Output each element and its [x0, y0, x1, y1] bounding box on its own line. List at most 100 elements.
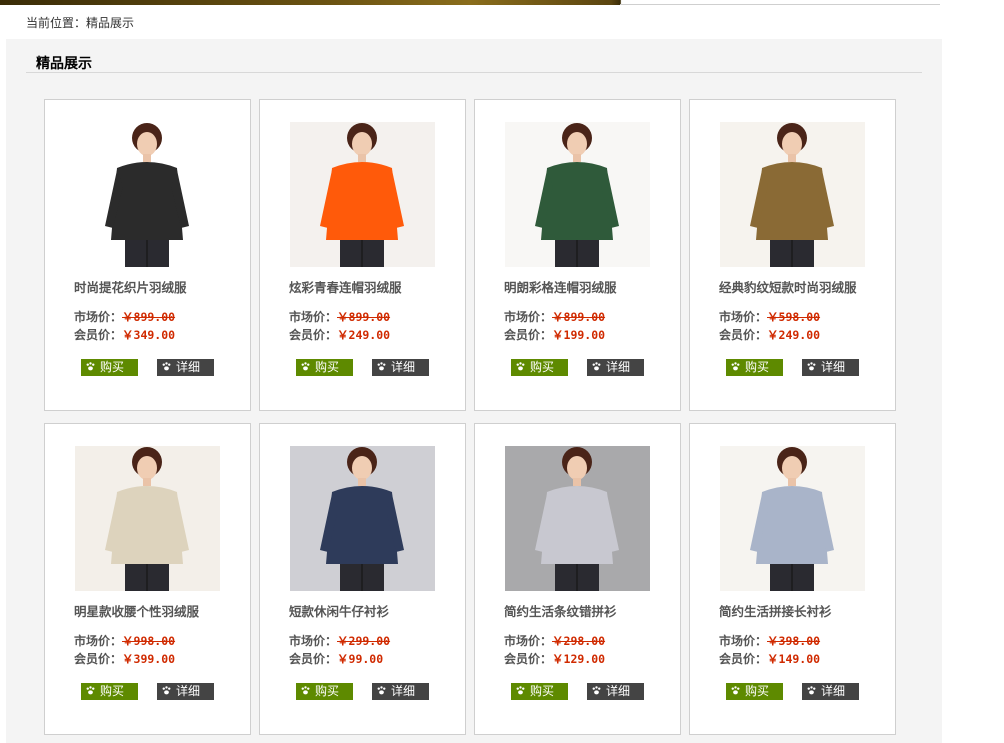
product-image[interactable] — [720, 446, 865, 591]
market-price: ￥899.00 — [337, 310, 391, 324]
product-image[interactable] — [505, 122, 650, 267]
section-divider — [26, 72, 922, 73]
detail-button[interactable]: 详细 — [372, 683, 429, 700]
buy-label: 购买 — [530, 360, 555, 374]
member-price-row: 会员价：￥249.00 — [289, 326, 390, 343]
breadcrumb-prefix: 当前位置： — [26, 16, 87, 30]
market-price-label: 市场价： — [719, 310, 768, 324]
detail-label: 详细 — [821, 684, 846, 698]
detail-label: 详细 — [821, 360, 846, 374]
product-photo — [720, 446, 865, 591]
paw-icon — [86, 686, 95, 695]
product-image[interactable] — [75, 122, 220, 267]
buy-button[interactable]: 购买 — [296, 683, 353, 700]
member-price-row: 会员价：￥199.00 — [504, 326, 605, 343]
market-price-label: 市场价： — [74, 310, 123, 324]
product-name[interactable]: 经典豹纹短款时尚羽绒服 — [719, 277, 857, 296]
buy-button[interactable]: 购买 — [726, 359, 783, 376]
member-price-row: 会员价：￥249.00 — [719, 326, 820, 343]
paw-icon — [377, 362, 386, 371]
paw-icon — [301, 686, 310, 695]
market-price: ￥998.00 — [122, 634, 176, 648]
market-price-row: 市场价：￥598.00 — [719, 308, 820, 325]
product-photo — [290, 446, 435, 591]
product-card: 明星款收腰个性羽绒服 市场价：￥998.00 会员价：￥399.00 购买 详细 — [44, 423, 251, 735]
market-price: ￥598.00 — [767, 310, 821, 324]
detail-label: 详细 — [176, 684, 201, 698]
paw-icon — [377, 686, 386, 695]
market-price: ￥298.00 — [552, 634, 606, 648]
buy-label: 购买 — [315, 684, 340, 698]
member-price-label: 会员价： — [719, 652, 768, 666]
product-photo — [75, 446, 220, 591]
product-image[interactable] — [290, 446, 435, 591]
market-price-label: 市场价： — [719, 634, 768, 648]
paw-icon — [86, 362, 95, 371]
product-card: 时尚提花织片羽绒服 市场价：￥899.00 会员价：￥349.00 购买 详细 — [44, 99, 251, 411]
product-name[interactable]: 明星款收腰个性羽绒服 — [74, 601, 199, 620]
buy-label: 购买 — [315, 360, 340, 374]
top-divider — [620, 4, 940, 5]
product-image[interactable] — [720, 122, 865, 267]
member-price: ￥129.00 — [552, 652, 606, 666]
product-image[interactable] — [75, 446, 220, 591]
detail-label: 详细 — [606, 360, 631, 374]
paw-icon — [516, 686, 525, 695]
member-price-row: 会员价：￥349.00 — [74, 326, 175, 343]
member-price-row: 会员价：￥129.00 — [504, 650, 605, 667]
member-price: ￥99.00 — [337, 652, 384, 666]
buy-button[interactable]: 购买 — [81, 359, 138, 376]
member-price: ￥399.00 — [122, 652, 176, 666]
market-price-row: 市场价：￥398.00 — [719, 632, 820, 649]
product-name[interactable]: 明朗彩格连帽羽绒服 — [504, 277, 617, 296]
paw-icon — [731, 362, 740, 371]
buy-button[interactable]: 购买 — [81, 683, 138, 700]
market-price-label: 市场价： — [74, 634, 123, 648]
paw-icon — [162, 686, 171, 695]
paw-icon — [516, 362, 525, 371]
buy-label: 购买 — [745, 360, 770, 374]
product-name[interactable]: 短款休闲牛仔衬衫 — [289, 601, 389, 620]
detail-button[interactable]: 详细 — [587, 683, 644, 700]
product-card: 明朗彩格连帽羽绒服 市场价：￥899.00 会员价：￥199.00 购买 详细 — [474, 99, 681, 411]
market-price: ￥398.00 — [767, 634, 821, 648]
market-price-label: 市场价： — [289, 310, 338, 324]
market-price: ￥899.00 — [122, 310, 176, 324]
product-image[interactable] — [290, 122, 435, 267]
member-price-row: 会员价：￥99.00 — [289, 650, 383, 667]
buy-button[interactable]: 购买 — [511, 359, 568, 376]
product-photo — [505, 446, 650, 591]
paw-icon — [807, 686, 816, 695]
buy-label: 购买 — [100, 360, 125, 374]
product-name[interactable]: 简约生活拼接长衬衫 — [719, 601, 832, 620]
product-photo — [505, 122, 650, 267]
buy-button[interactable]: 购买 — [726, 683, 783, 700]
paw-icon — [592, 362, 601, 371]
product-name[interactable]: 简约生活条纹错拼衫 — [504, 601, 617, 620]
member-price-label: 会员价： — [719, 328, 768, 342]
member-price: ￥199.00 — [552, 328, 606, 342]
market-price: ￥899.00 — [552, 310, 606, 324]
section-title: 精品展示 — [36, 56, 92, 72]
buy-button[interactable]: 购买 — [511, 683, 568, 700]
detail-button[interactable]: 详细 — [157, 683, 214, 700]
member-price: ￥249.00 — [767, 328, 821, 342]
detail-button[interactable]: 详细 — [587, 359, 644, 376]
product-image[interactable] — [505, 446, 650, 591]
member-price-label: 会员价： — [504, 652, 553, 666]
product-name[interactable]: 炫彩青春连帽羽绒服 — [289, 277, 402, 296]
member-price-label: 会员价： — [289, 652, 338, 666]
breadcrumb-current: 精品展示 — [86, 16, 135, 30]
buy-label: 购买 — [745, 684, 770, 698]
product-photo — [720, 122, 865, 267]
product-card: 短款休闲牛仔衬衫 市场价：￥299.00 会员价：￥99.00 购买 详细 — [259, 423, 466, 735]
buy-button[interactable]: 购买 — [296, 359, 353, 376]
market-price-row: 市场价：￥899.00 — [504, 308, 605, 325]
detail-button[interactable]: 详细 — [157, 359, 214, 376]
detail-button[interactable]: 详细 — [802, 359, 859, 376]
detail-button[interactable]: 详细 — [372, 359, 429, 376]
product-name[interactable]: 时尚提花织片羽绒服 — [74, 277, 187, 296]
detail-button[interactable]: 详细 — [802, 683, 859, 700]
product-card: 炫彩青春连帽羽绒服 市场价：￥899.00 会员价：￥249.00 购买 详细 — [259, 99, 466, 411]
product-photo — [75, 122, 220, 267]
